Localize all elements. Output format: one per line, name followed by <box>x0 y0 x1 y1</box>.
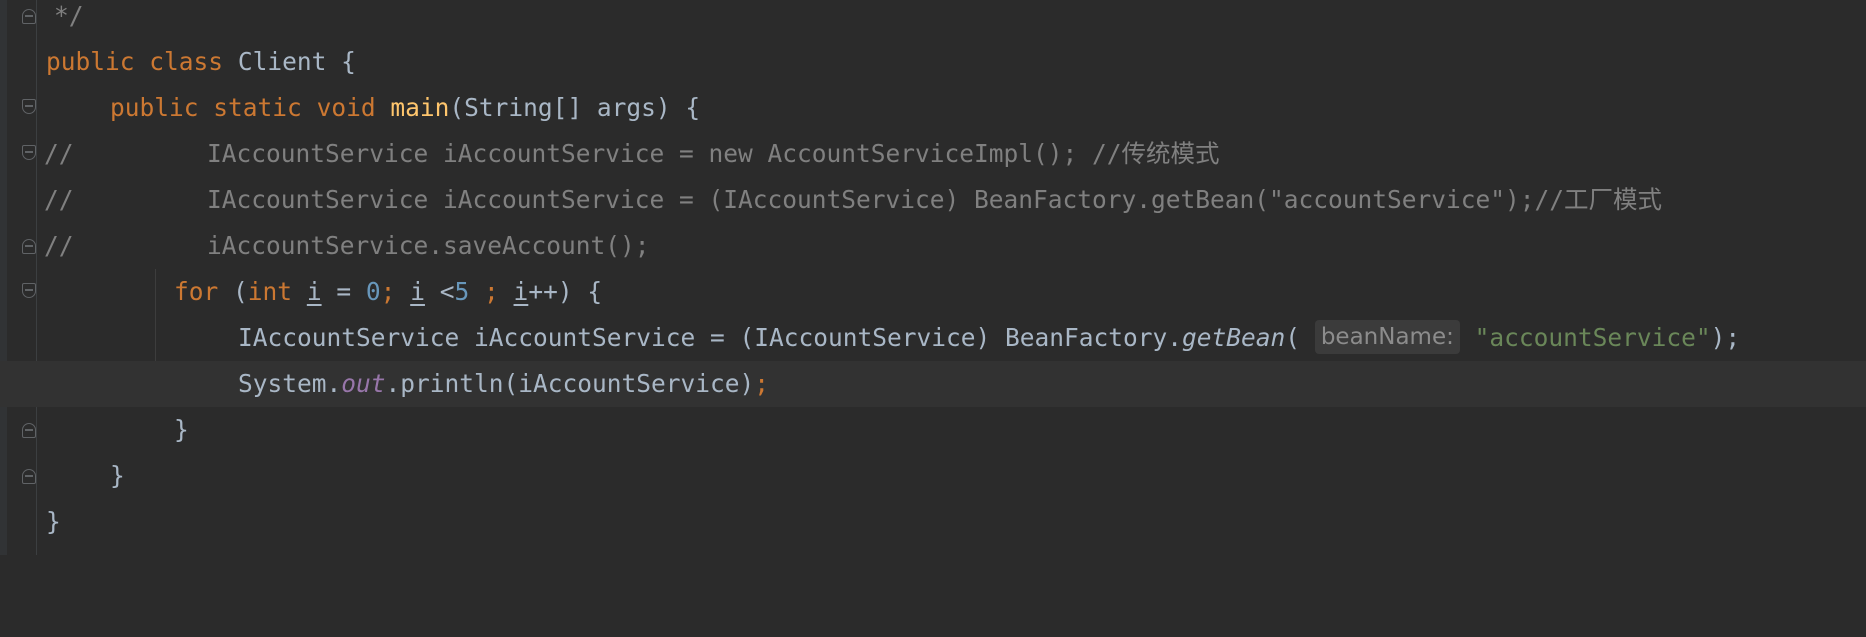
close-brace: } <box>46 507 61 536</box>
number-literal: 5 <box>454 277 470 306</box>
code-line-12: } <box>0 499 1866 545</box>
class-declaration: public class Client { <box>46 39 356 85</box>
code-line-7: for (int i = 0; i <5 ; i++) { <box>0 269 1866 315</box>
static-field: out <box>341 369 386 398</box>
keyword-public: public <box>46 47 135 76</box>
commented-code: IAccountService iAccountService = (IAcco… <box>207 185 1663 214</box>
commented-code: IAccountService iAccountService = new Ac… <box>207 139 1220 168</box>
system-class: System. <box>238 369 342 398</box>
code-line-5: // IAccountService iAccountService = (IA… <box>0 177 1866 223</box>
comment-end: */ <box>54 1 84 30</box>
loop-variable: i <box>306 277 322 306</box>
parameter-hint: beanName: <box>1314 320 1460 354</box>
comment-marker: // <box>44 231 74 260</box>
code-line-9: System.out.println(iAccountService); <box>0 361 1866 407</box>
code-line-11: } <box>0 453 1866 499</box>
increment: ++) { <box>528 277 603 306</box>
call-close: ); <box>1710 323 1741 352</box>
code-area[interactable]: */ public class Client { public static v… <box>0 0 1866 545</box>
declaration: IAccountService iAccountService = (IAcco… <box>238 323 1183 352</box>
code-line-6: // iAccountService.saveAccount(); <box>0 223 1866 269</box>
comment-marker: // <box>44 185 74 214</box>
commented-code: iAccountService.saveAccount(); <box>207 231 650 260</box>
method-declaration: public static void main(String[] args) { <box>110 85 700 131</box>
println-call: .println(iAccountService) <box>385 369 755 398</box>
code-line-2: public class Client { <box>0 39 1866 85</box>
fold-marker-icon[interactable] <box>22 239 36 254</box>
code-line-10: } <box>0 407 1866 453</box>
semicolon: ; <box>484 277 499 306</box>
for-statement: for (int i = 0; i <5 ; i++) { <box>174 269 602 315</box>
code-line-8: IAccountService iAccountService = (IAcco… <box>0 315 1866 361</box>
paren-open: ( <box>1285 323 1301 352</box>
close-brace: } <box>174 415 189 444</box>
fold-marker-icon[interactable] <box>22 9 36 24</box>
loop-variable: i <box>410 277 425 306</box>
loop-variable: i <box>513 277 529 306</box>
less-than-operator: < <box>439 277 455 306</box>
statement: IAccountService iAccountService = (IAcco… <box>238 315 1740 361</box>
keyword-public: public <box>110 93 199 122</box>
fold-marker-icon[interactable] <box>22 99 36 114</box>
fold-marker-icon[interactable] <box>22 423 36 438</box>
keyword-int: int <box>247 277 293 306</box>
keyword-for: for <box>174 277 219 306</box>
paren-open: ( <box>233 277 248 306</box>
method-call: getBean <box>1182 323 1286 352</box>
code-line-1: */ <box>0 0 1866 39</box>
code-line-3: public static void main(String[] args) { <box>0 85 1866 131</box>
fold-marker-icon[interactable] <box>22 469 36 484</box>
comment-marker: // <box>44 139 74 168</box>
number-literal: 0 <box>365 277 381 306</box>
open-brace: { <box>341 47 356 76</box>
keyword-static: static <box>213 93 302 122</box>
assign-operator: = <box>336 277 352 306</box>
fold-marker-icon[interactable] <box>22 145 36 160</box>
string-literal: "accountService" <box>1474 323 1711 352</box>
keyword-void: void <box>316 93 376 122</box>
method-name: main <box>390 93 450 122</box>
code-editor[interactable]: */ public class Client { public static v… <box>0 0 1866 555</box>
fold-marker-icon[interactable] <box>22 283 36 298</box>
code-line-4: // IAccountService iAccountService = new… <box>0 131 1866 177</box>
semicolon: ; <box>380 277 396 306</box>
statement: System.out.println(iAccountService); <box>238 361 769 407</box>
semicolon: ; <box>754 369 770 398</box>
close-brace: } <box>110 461 125 490</box>
keyword-class: class <box>149 47 224 76</box>
method-params: (String[] args) { <box>449 93 701 122</box>
class-name: Client <box>237 47 327 76</box>
